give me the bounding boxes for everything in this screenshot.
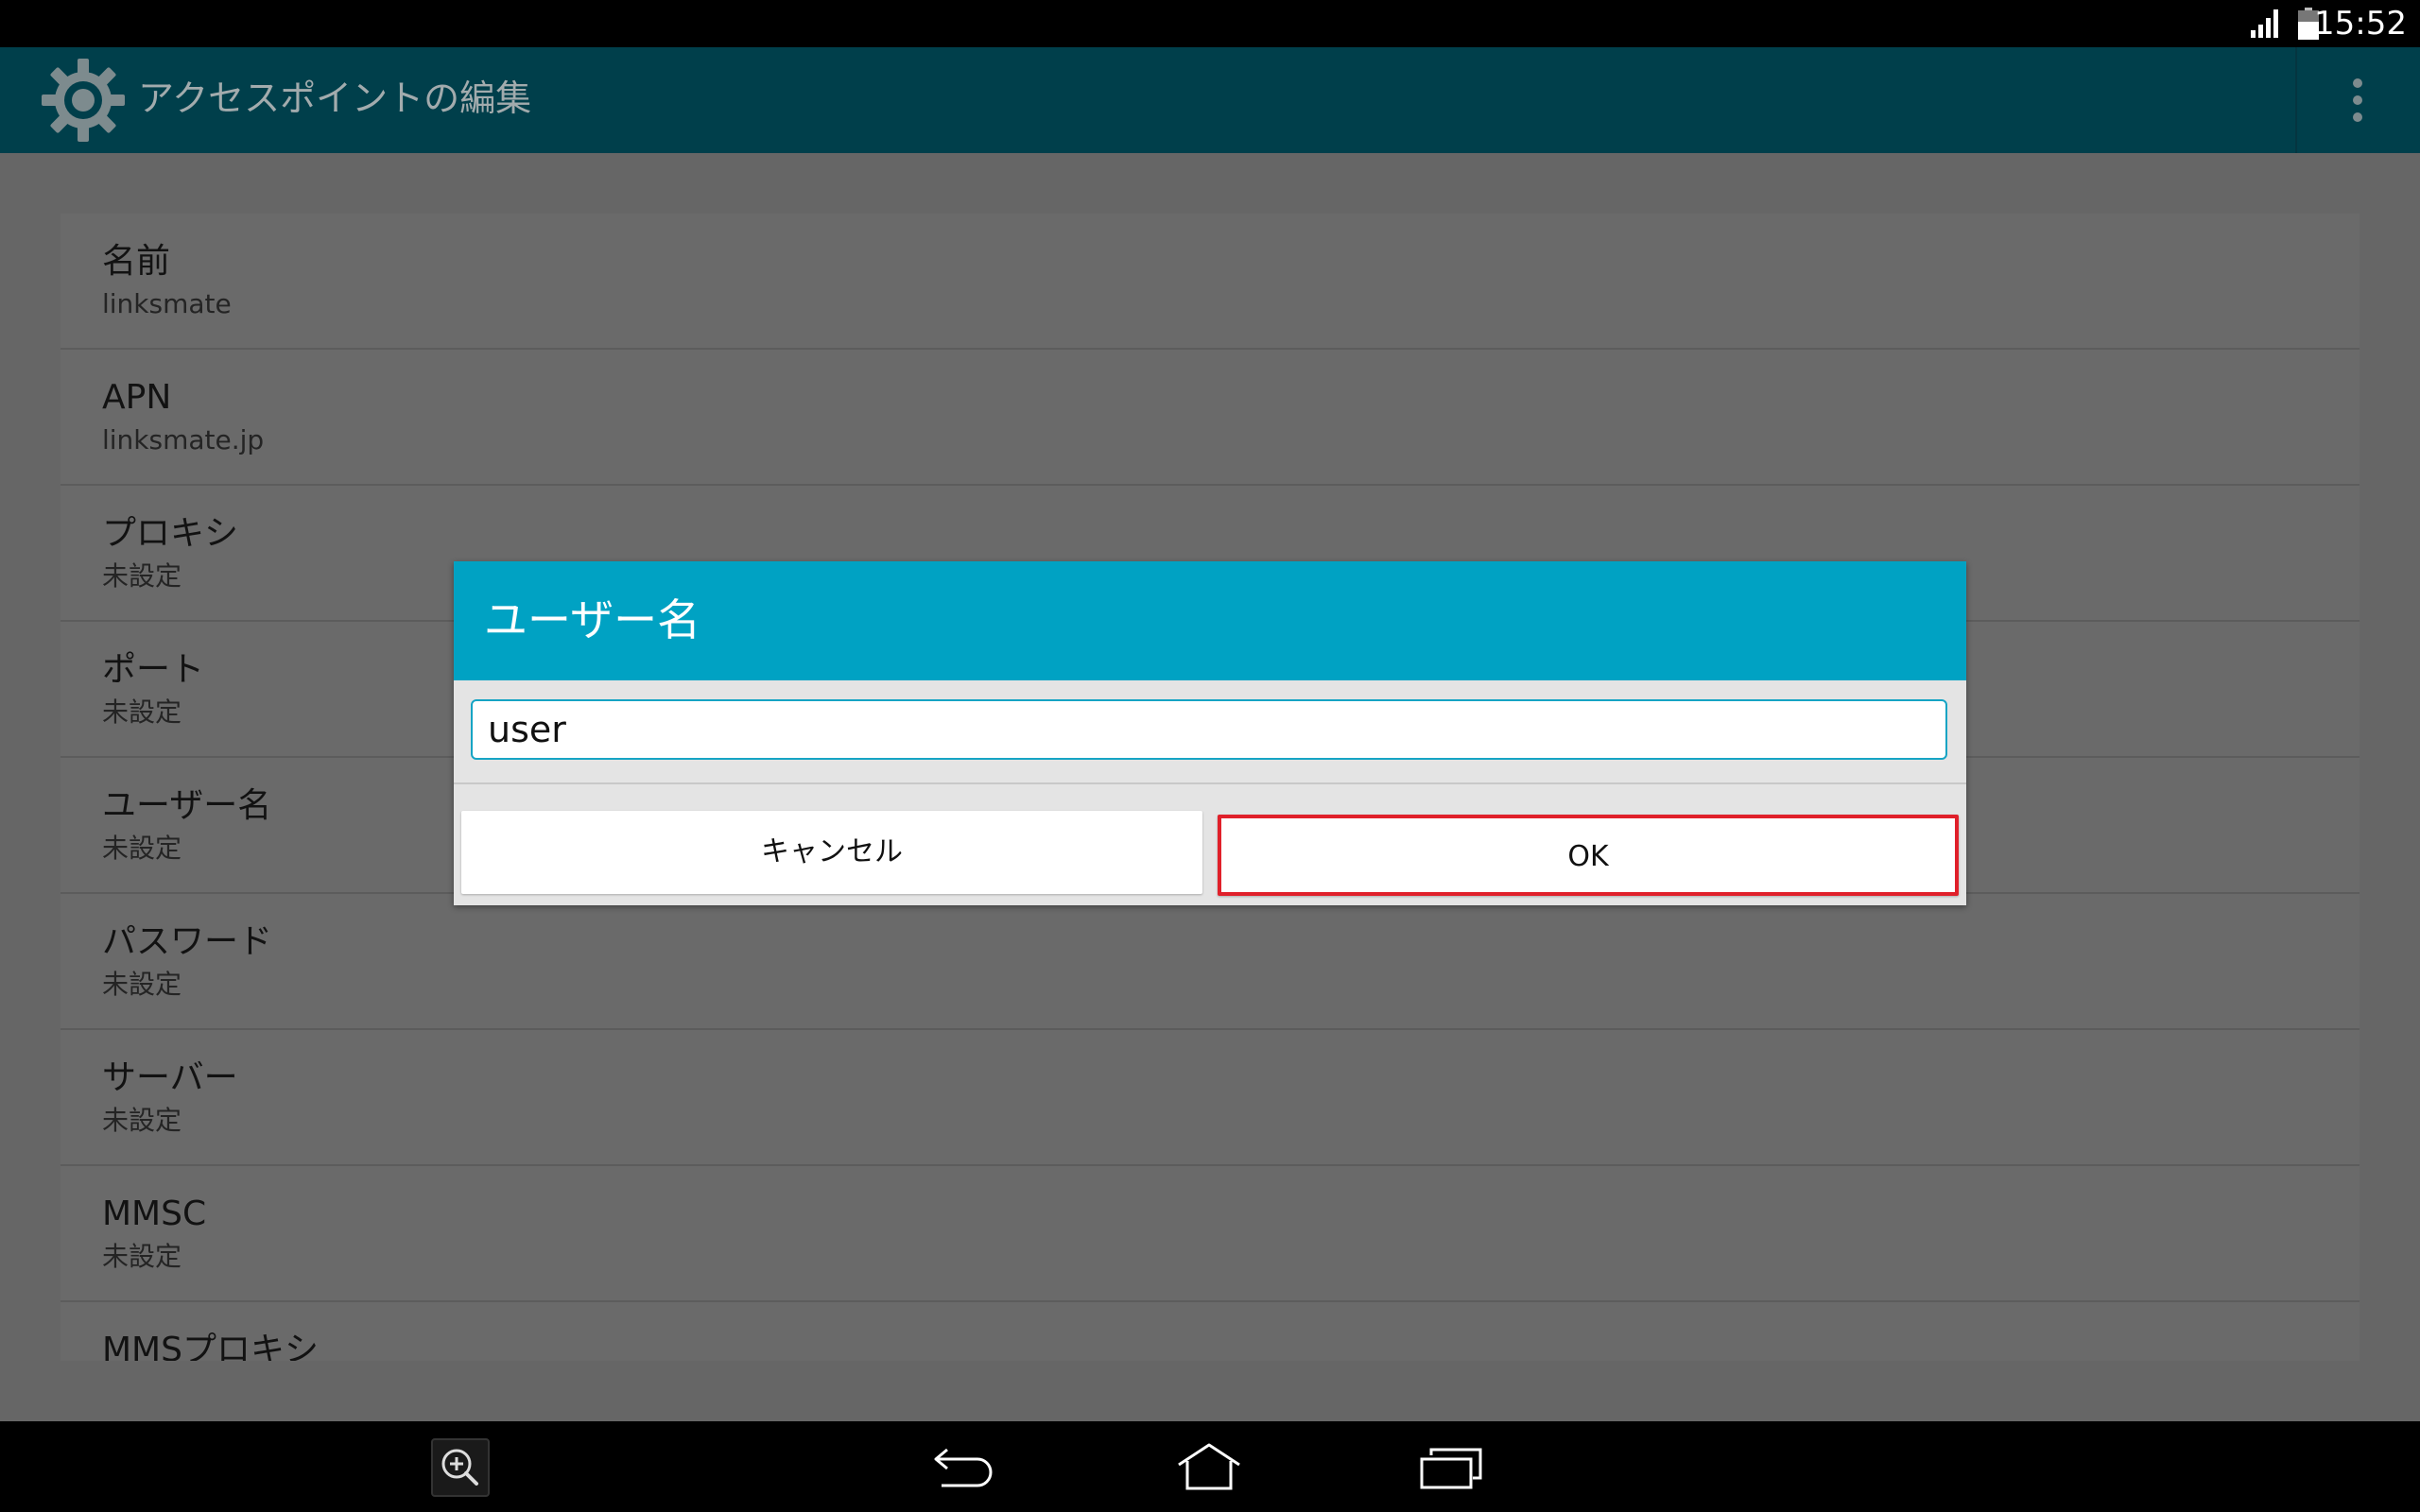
setting-title: APN bbox=[102, 378, 172, 417]
zoom-in-icon[interactable] bbox=[431, 1438, 490, 1497]
ok-button[interactable]: OK bbox=[1218, 815, 1959, 896]
setting-item-password[interactable]: パスワード 未設定 bbox=[60, 894, 2360, 1030]
setting-summary: 未設定 bbox=[102, 560, 182, 592]
username-input[interactable]: user bbox=[471, 699, 1947, 760]
setting-title: プロキシ bbox=[102, 514, 239, 553]
setting-title: MMSC bbox=[102, 1194, 207, 1233]
setting-title: ポート bbox=[102, 650, 205, 689]
home-icon[interactable] bbox=[1176, 1442, 1242, 1491]
back-icon[interactable] bbox=[932, 1446, 994, 1489]
setting-summary: linksmate bbox=[102, 288, 232, 319]
username-dialog: ユーザー名 user キャンセル OK bbox=[454, 561, 1966, 905]
setting-item-mms-proxy[interactable]: MMSプロキシ bbox=[60, 1302, 2360, 1361]
action-bar: アクセスポイントの編集 bbox=[0, 47, 2420, 153]
setting-summary: 未設定 bbox=[102, 696, 182, 728]
cancel-button[interactable]: キャンセル bbox=[461, 811, 1202, 894]
gear-icon[interactable] bbox=[40, 57, 127, 144]
setting-item-server[interactable]: サーバー 未設定 bbox=[60, 1030, 2360, 1166]
dialog-divider bbox=[454, 782, 1966, 784]
status-bar: 15:52 bbox=[0, 0, 2420, 47]
setting-summary: linksmate.jp bbox=[102, 424, 265, 455]
setting-summary: 未設定 bbox=[102, 1241, 182, 1272]
setting-title: ユーザー名 bbox=[102, 786, 272, 825]
setting-title: MMSプロキシ bbox=[102, 1331, 319, 1361]
navigation-bar bbox=[0, 1421, 2420, 1512]
setting-title: 名前 bbox=[102, 242, 171, 281]
signal-icon bbox=[2251, 9, 2278, 38]
recent-apps-icon[interactable] bbox=[1420, 1448, 1482, 1489]
setting-title: サーバー bbox=[102, 1058, 238, 1097]
page-title: アクセスポイントの編集 bbox=[138, 77, 532, 119]
dialog-header: ユーザー名 bbox=[454, 561, 1966, 680]
dialog-title: ユーザー名 bbox=[484, 594, 701, 645]
setting-title: パスワード bbox=[102, 922, 273, 961]
setting-summary: 未設定 bbox=[102, 1105, 182, 1136]
status-time: 15:52 bbox=[2314, 5, 2407, 43]
setting-item-apn[interactable]: APN linksmate.jp bbox=[60, 350, 2360, 486]
setting-item-mmsc[interactable]: MMSC 未設定 bbox=[60, 1166, 2360, 1302]
overflow-menu-icon[interactable] bbox=[2341, 76, 2375, 125]
setting-summary: 未設定 bbox=[102, 833, 182, 864]
action-bar-divider bbox=[2295, 47, 2297, 153]
setting-summary: 未設定 bbox=[102, 969, 182, 1000]
setting-item-name[interactable]: 名前 linksmate bbox=[60, 214, 2360, 350]
